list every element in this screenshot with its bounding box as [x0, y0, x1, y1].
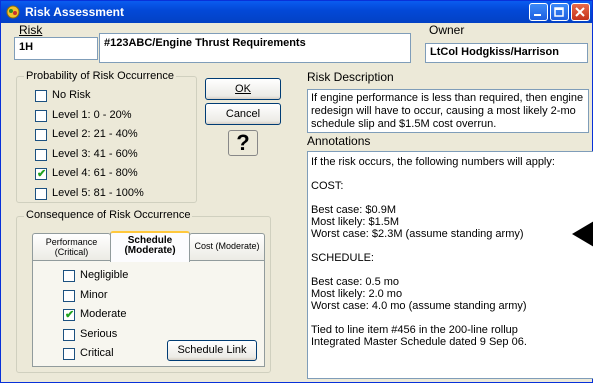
consequence-checkbox-2[interactable]: ✔ [63, 309, 75, 321]
checkmark-icon: ✔ [37, 168, 47, 180]
probability-option-label: No Risk [52, 89, 91, 101]
ok-button-label: OK [235, 83, 251, 95]
annotation-line: Tied to line item #456 in the 200-line r… [311, 324, 518, 336]
consequence-option-label: Negligible [80, 269, 129, 281]
schedule-link-button-label: Schedule Link [177, 344, 247, 356]
consequence-checkbox-0[interactable] [63, 270, 75, 282]
probability-option-label: Level 4: 61 - 80% [52, 167, 138, 179]
title-bar[interactable]: Risk Assessment [1, 1, 592, 23]
help-icon: ? [236, 130, 250, 155]
consequence-option-label: Serious [80, 327, 118, 340]
tab-schedule[interactable]: Schedule (Moderate) [110, 231, 190, 262]
checkmark-icon: ✔ [65, 309, 75, 321]
annotations-textarea[interactable]: If the risk occurs, the following number… [307, 151, 593, 379]
tab-performance[interactable]: Performance (Critical) [32, 233, 111, 260]
annotation-line: Most likely: 2.0 mo [311, 288, 403, 300]
annotation-line [311, 312, 590, 324]
annotation-line: SCHEDULE: [311, 252, 374, 264]
risk-title-field[interactable]: #123ABC/Engine Thrust Requirements [99, 33, 411, 63]
owner-label: Owner [429, 23, 465, 37]
annotation-line [311, 168, 590, 180]
probability-checkbox-2[interactable] [35, 129, 47, 141]
cancel-button-label: Cancel [225, 108, 261, 120]
probability-group-title: Probability of Risk Occurrence [24, 70, 176, 82]
close-icon [575, 7, 585, 17]
probability-checkbox-5[interactable] [35, 187, 47, 200]
probability-option-label: Level 3: 41 - 60% [52, 147, 138, 160]
pointer-arrow-icon [572, 221, 593, 247]
cancel-button[interactable]: Cancel [205, 103, 281, 125]
close-button[interactable] [571, 3, 590, 21]
annotation-line [311, 240, 590, 252]
schedule-link-button[interactable]: Schedule Link [167, 340, 257, 361]
probability-option-label: Level 5: 81 - 100% [52, 186, 144, 199]
probability-checkbox-3[interactable] [35, 148, 47, 161]
risk-description-textarea[interactable]: If engine performance is less than requi… [307, 89, 589, 133]
annotation-line: Best case: $0.9M [311, 204, 396, 216]
owner-field[interactable]: LtCol Hodgkiss/Harrison [425, 43, 588, 63]
risk-label: Risk [19, 23, 43, 37]
annotations-label: Annotations [307, 134, 371, 148]
probability-checkbox-4[interactable]: ✔ [35, 168, 47, 180]
risk-assessment-window: Risk Assessment Risk 1H #123ABC/Engine T… [0, 0, 593, 383]
consequence-option-label: Minor [80, 288, 108, 301]
minimize-button[interactable] [529, 3, 548, 21]
annotation-line: Worst case: $2.3M (assume standing army) [311, 228, 524, 240]
consequence-option-label: Critical [80, 347, 114, 359]
help-button[interactable]: ? [228, 130, 258, 156]
annotation-line: Worst case: 4.0 mo (assume standing army… [311, 300, 527, 312]
risk-description-label: Risk Description [307, 70, 394, 84]
risk-id-field[interactable]: 1H [14, 37, 98, 60]
ok-button[interactable]: OK [205, 78, 281, 100]
consequence-checkbox-3[interactable] [63, 328, 75, 341]
maximize-button[interactable] [550, 3, 569, 21]
annotation-line: Most likely: $1.5M [311, 216, 400, 228]
minimize-icon [534, 14, 541, 16]
tab-performance-line1: Performance [45, 237, 98, 247]
consequence-option-label: Moderate [80, 308, 127, 320]
tab-cost-label: Cost (Moderate) [194, 241, 260, 251]
probability-option-label: Level 2: 21 - 40% [52, 128, 138, 140]
annotation-line: If the risk occurs, the following number… [311, 156, 555, 168]
consequence-checkbox-4[interactable] [63, 348, 75, 360]
probability-checkbox-0[interactable] [35, 90, 47, 102]
window-title: Risk Assessment [25, 5, 124, 19]
annotation-line: Integrated Master Schedule dated 9 Sep 0… [311, 336, 527, 348]
annotation-line [311, 192, 590, 204]
probability-option-label: Level 1: 0 - 20% [52, 108, 132, 121]
annotation-line: Best case: 0.5 mo [311, 276, 400, 288]
annotation-line [311, 264, 590, 276]
tab-performance-line2: (Critical) [54, 247, 89, 257]
consequence-checkbox-1[interactable] [63, 289, 75, 302]
annotation-line: COST: [311, 180, 344, 192]
probability-checkbox-1[interactable] [35, 109, 47, 122]
tab-cost[interactable]: Cost (Moderate) [189, 233, 265, 260]
consequence-group-title: Consequence of Risk Occurrence [24, 209, 193, 221]
tab-schedule-line2: (Moderate) [124, 245, 176, 256]
maximize-icon [554, 7, 564, 17]
app-icon [6, 5, 20, 19]
